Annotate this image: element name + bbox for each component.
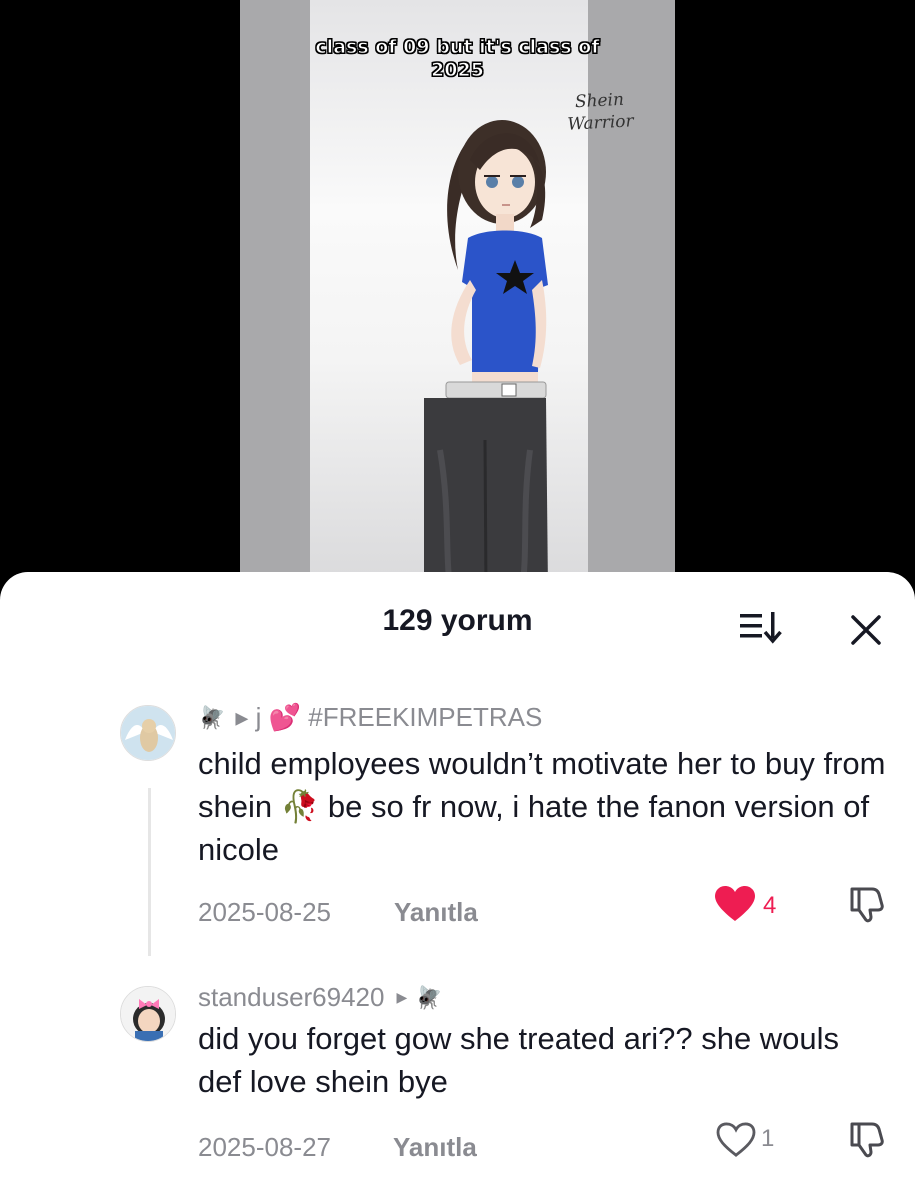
heart-outline-icon[interactable] [716,1122,756,1158]
avatar[interactable] [120,705,176,761]
comment-date: 2025-08-25 [198,897,331,927]
video-player[interactable]: class of 09 but it's class of 2025 Shein… [0,0,915,600]
fly-emoji-icon: 🪰 [198,704,226,730]
fly-emoji-icon: 🪰 [415,984,443,1010]
heart-filled-icon[interactable] [714,885,756,923]
reply-arrow-icon: ▶ [396,989,408,1005]
username-text: ▸ j 💕 #FREEKIMPETRAS [235,702,543,732]
sort-button[interactable] [738,610,786,646]
dislike-icon[interactable] [846,885,886,925]
caption-line-1: class of 09 but it's class of [315,36,600,59]
close-button[interactable] [846,610,886,650]
username-text: standuser69420 [198,982,385,1012]
avatar[interactable] [120,986,176,1042]
sort-icon [740,612,782,644]
character-illustration [424,120,548,590]
close-icon [851,615,881,645]
caption-line-2: 2025 [431,59,485,82]
comment-text: child employees wouldn’t motivate her to… [198,746,886,867]
like-count: 1 [761,1125,775,1152]
thread-line [148,788,151,956]
comment-text: did you forget gow she treated ari?? she… [198,1021,840,1099]
reply-button[interactable]: Yanıtla [393,1132,477,1163]
reply-button[interactable]: Yanıtla [394,897,478,928]
dislike-icon[interactable] [846,1120,886,1160]
comments-sheet: 129 yorum 🪰 ▸ j 💕 #FREEKIMPETRAS child e… [0,572,915,1200]
video-frame: class of 09 but it's class of 2025 Shein… [240,0,675,600]
video-caption: class of 09 but it's class of 2025 [240,36,675,82]
comment-date: 2025-08-27 [198,1132,331,1162]
comment-username[interactable]: standuser69420 ▶ 🪰 [198,982,443,1013]
like-count: 4 [763,892,777,919]
comment-username[interactable]: 🪰 ▸ j 💕 #FREEKIMPETRAS [198,702,542,733]
